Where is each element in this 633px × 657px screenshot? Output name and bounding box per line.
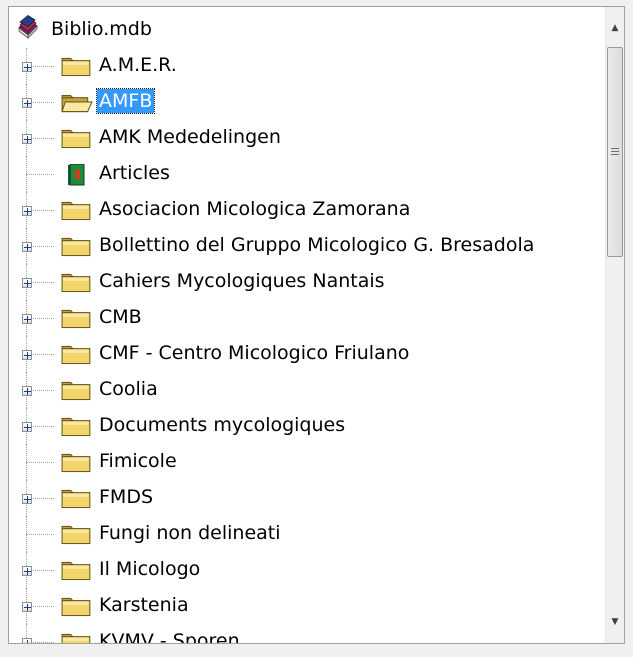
tree-root-label: Biblio.mdb: [51, 18, 152, 40]
vertical-scrollbar[interactable]: ▲ ▼: [605, 7, 624, 643]
tree-item-label: Il Micologo: [99, 558, 201, 580]
expand-plus-icon[interactable]: [22, 98, 32, 108]
folder-closed-icon: [61, 633, 91, 643]
tree-item-label: FMDS: [99, 486, 154, 508]
expand-plus-icon[interactable]: [22, 350, 32, 360]
tree-item[interactable]: Coolia: [9, 372, 605, 408]
tree-item[interactable]: Il Micologo: [9, 552, 605, 588]
tree-item-label: AMFB: [95, 88, 156, 114]
folder-closed-icon: [61, 201, 91, 221]
tree-item[interactable]: KVMV - Sporen: [9, 624, 605, 643]
folder-closed-icon: [61, 345, 91, 365]
tree-view[interactable]: Biblio.mdb A.M.E.R. AMFB AMK Mededelingen A…: [8, 6, 625, 644]
folder-closed-icon: [61, 129, 91, 149]
tree-item-label: Karstenia: [99, 594, 189, 616]
tree-item[interactable]: Documents mycologiques: [9, 408, 605, 444]
tree-item-label: Fungi non delineati: [99, 522, 281, 544]
tree-connector-line: [26, 462, 54, 463]
expand-plus-icon[interactable]: [22, 206, 32, 216]
tree-item-label: Asociacion Micologica Zamorana: [99, 198, 411, 220]
tree-item-label: AMK Mededelingen: [99, 126, 281, 148]
grip-icon: [611, 148, 619, 156]
tree-item[interactable]: Bollettino del Gruppo Micologico G. Bres…: [9, 228, 605, 264]
scroll-up-button[interactable]: ▲: [606, 13, 624, 43]
arrow-down-icon: ▼: [611, 617, 619, 627]
folder-closed-icon: [61, 273, 91, 293]
expand-plus-icon[interactable]: [22, 134, 32, 144]
expand-plus-icon[interactable]: [22, 278, 32, 288]
expand-plus-icon[interactable]: [22, 602, 32, 612]
tree-connector-line: [26, 534, 54, 535]
tree-item[interactable]: AMK Mededelingen: [9, 120, 605, 156]
tree-item-label: CMB: [99, 306, 142, 328]
folder-closed-icon: [61, 417, 91, 437]
tree-item-label: Bollettino del Gruppo Micologico G. Bres…: [99, 234, 535, 256]
expand-plus-icon[interactable]: [22, 638, 32, 643]
tree-item-label: Coolia: [99, 378, 158, 400]
tree-item[interactable]: Cahiers Mycologiques Nantais: [9, 264, 605, 300]
folder-open-icon: [61, 95, 93, 113]
tree-connector-line: [26, 174, 54, 175]
tree-item[interactable]: Fimicole: [9, 444, 605, 480]
tree-item[interactable]: CMF - Centro Micologico Friulano: [9, 336, 605, 372]
scroll-down-button[interactable]: ▼: [606, 607, 624, 637]
folder-closed-icon: [61, 525, 91, 545]
tree-item-label: CMF - Centro Micologico Friulano: [99, 342, 410, 364]
folder-closed-icon: [61, 57, 91, 77]
scrollbar-thumb[interactable]: [607, 47, 623, 257]
tree-item-label: Documents mycologiques: [99, 414, 346, 436]
tree-item[interactable]: CMB: [9, 300, 605, 336]
tree-root-node[interactable]: Biblio.mdb: [9, 12, 605, 48]
tree-item[interactable]: Fungi non delineati: [9, 516, 605, 552]
arrow-up-icon: ▲: [611, 23, 619, 33]
tree-item-label: Cahiers Mycologiques Nantais: [99, 270, 385, 292]
expand-plus-icon[interactable]: [22, 422, 32, 432]
folder-closed-icon: [61, 453, 91, 473]
expand-plus-icon[interactable]: [22, 566, 32, 576]
folder-closed-icon: [61, 489, 91, 509]
tree-item[interactable]: AMFB: [9, 84, 605, 120]
expand-plus-icon[interactable]: [22, 62, 32, 72]
folder-closed-icon: [61, 597, 91, 617]
expand-plus-icon[interactable]: [22, 386, 32, 396]
database-books-icon: [18, 15, 38, 39]
tree-item[interactable]: Articles: [9, 156, 605, 192]
folder-closed-icon: [61, 381, 91, 401]
tree-viewport: Biblio.mdb A.M.E.R. AMFB AMK Mededelingen A…: [9, 7, 605, 643]
tree-item[interactable]: Asociacion Micologica Zamorana: [9, 192, 605, 228]
folder-closed-icon: [61, 309, 91, 329]
tree-item-label: A.M.E.R.: [99, 54, 177, 76]
expand-plus-icon[interactable]: [22, 314, 32, 324]
folder-closed-icon: [61, 561, 91, 581]
green-book-icon: [68, 164, 85, 186]
tree-item-label: Articles: [99, 162, 170, 184]
tree-item-label: KVMV - Sporen: [99, 630, 240, 643]
tree-item[interactable]: A.M.E.R.: [9, 48, 605, 84]
tree-item[interactable]: Karstenia: [9, 588, 605, 624]
tree-item-label: Fimicole: [99, 450, 177, 472]
folder-closed-icon: [61, 237, 91, 257]
expand-plus-icon[interactable]: [22, 242, 32, 252]
tree-item[interactable]: FMDS: [9, 480, 605, 516]
expand-plus-icon[interactable]: [22, 494, 32, 504]
